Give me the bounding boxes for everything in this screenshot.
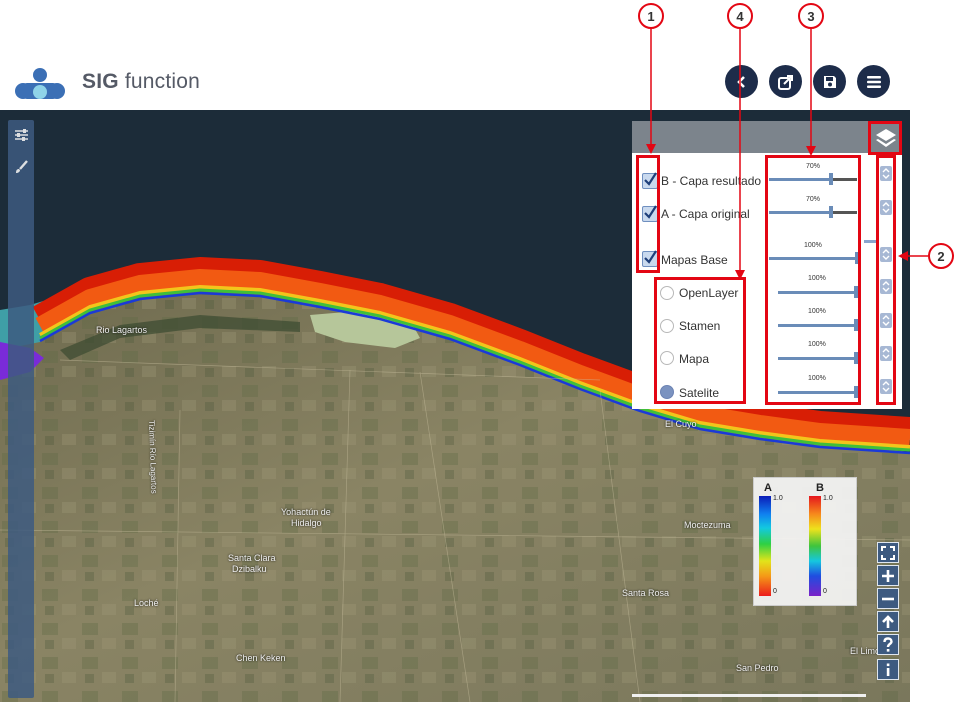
fullscreen-button[interactable] [877,542,899,563]
north-arrow-icon [882,614,894,628]
callout-4: 4 [727,3,753,29]
info-button[interactable] [877,659,899,680]
zoom-in-button[interactable] [877,565,899,586]
fullscreen-icon [881,545,895,560]
legend-b-label: B [816,482,824,494]
legend-b-min: 0 [823,588,827,595]
legend-b-max: 1.0 [823,495,833,502]
help-icon [883,636,893,652]
legend-a-label: A [764,482,772,494]
legend: A B 1.0 0 1.0 0 [753,477,857,606]
legend-a-max: 1.0 [773,495,783,502]
legend-a-min: 0 [773,588,777,595]
zoom-out-icon [882,597,894,600]
zoom-out-button[interactable] [877,588,899,609]
info-icon [886,663,890,676]
callout-1: 1 [638,3,664,29]
legend-b-colorbar [809,496,821,596]
north-button[interactable] [877,611,899,632]
callout-3: 3 [798,3,824,29]
help-button[interactable] [877,634,899,655]
callout-2: 2 [928,243,954,269]
legend-a-colorbar [759,496,771,596]
zoom-in-icon [882,569,894,582]
